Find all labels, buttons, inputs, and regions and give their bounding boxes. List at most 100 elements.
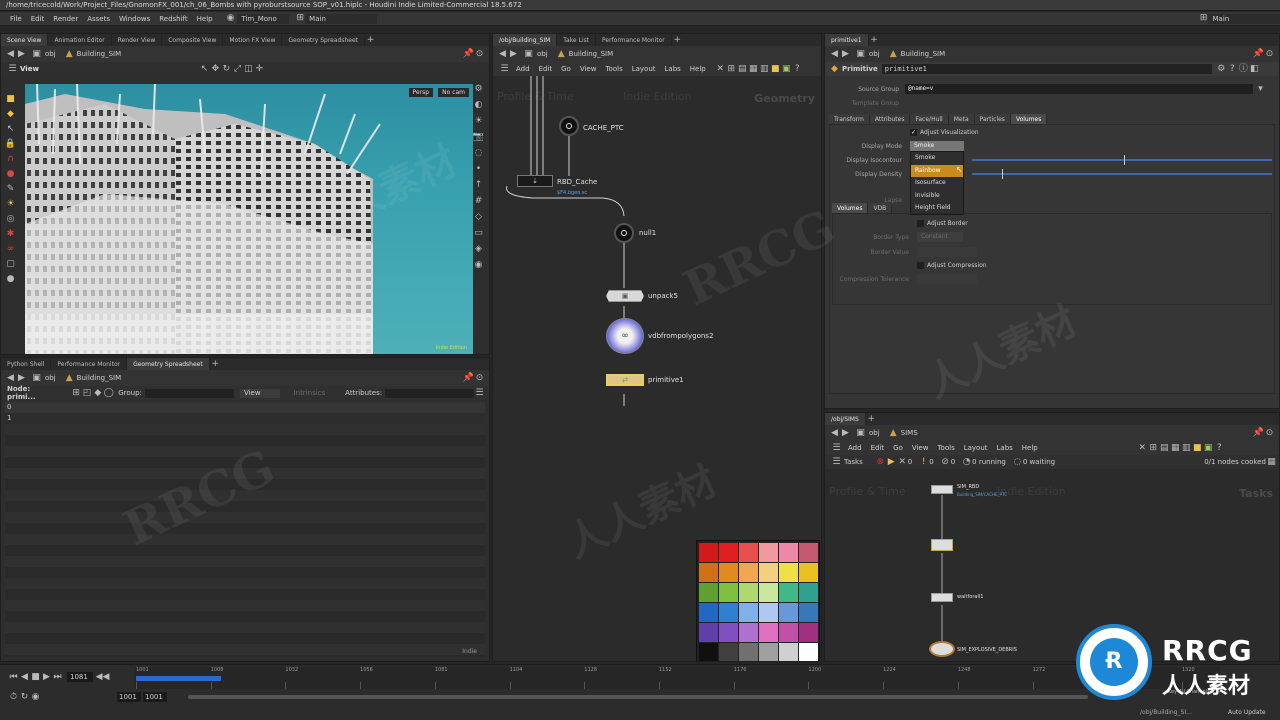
ghost-icon[interactable]: ◌ bbox=[473, 148, 484, 159]
path-obj[interactable]: obj bbox=[869, 50, 880, 58]
tree-icon[interactable]: ▥ bbox=[759, 64, 770, 75]
path-obj[interactable]: obj bbox=[45, 374, 56, 382]
bbox-icon[interactable]: ▭ bbox=[473, 228, 484, 239]
sphere-icon[interactable]: ● bbox=[5, 274, 16, 285]
color-swatch[interactable] bbox=[799, 643, 818, 661]
tab-face-hull[interactable]: Face/Hull bbox=[910, 114, 949, 124]
tab-composite-view[interactable]: Composite View bbox=[162, 34, 224, 46]
color-swatch[interactable] bbox=[799, 583, 818, 602]
list-icon[interactable]: ▤ bbox=[737, 64, 748, 75]
sticky-icon[interactable]: ■ bbox=[770, 64, 781, 75]
image-icon[interactable]: ▣ bbox=[781, 64, 792, 75]
path-building-sim[interactable]: Building_SIM bbox=[901, 50, 945, 58]
loop-icon[interactable]: ↻ bbox=[19, 692, 30, 703]
color-swatch[interactable] bbox=[759, 623, 778, 642]
tab-python-shell[interactable]: Python Shell bbox=[1, 358, 52, 370]
add-tab-icon[interactable]: + bbox=[365, 35, 376, 46]
task-menu-go[interactable]: Go bbox=[893, 444, 903, 452]
table-row[interactable]: 0 bbox=[5, 402, 485, 413]
user-dropdown[interactable]: Tim_Mono bbox=[237, 13, 290, 24]
menu-file[interactable]: File bbox=[10, 15, 22, 23]
node-name-field[interactable]: primitive1 bbox=[881, 64, 1212, 74]
color-swatch[interactable] bbox=[699, 563, 718, 582]
color-swatch[interactable] bbox=[779, 643, 798, 661]
intrinsics-dropdown[interactable]: Intrinsics bbox=[294, 389, 326, 397]
isocontour-slider-handle[interactable] bbox=[1124, 155, 1125, 165]
scale-tool-icon[interactable]: ⤢ bbox=[232, 64, 243, 75]
forward-arrow-icon[interactable]: ▶ bbox=[840, 428, 851, 439]
forward-arrow-icon[interactable]: ▶ bbox=[16, 49, 27, 60]
point-display-icon[interactable]: • bbox=[473, 164, 484, 175]
table-row[interactable]: 1 bbox=[5, 413, 485, 424]
isolate-icon[interactable]: ◉ bbox=[473, 260, 484, 271]
right-desktop-dropdown[interactable]: Main bbox=[1208, 13, 1280, 24]
border-value-field[interactable] bbox=[917, 247, 977, 257]
shading-icon[interactable]: ◐ bbox=[473, 100, 484, 111]
help-icon[interactable]: ? bbox=[1227, 64, 1238, 75]
lock-icon[interactable]: 🔒 bbox=[5, 139, 16, 150]
display-mode-dropdown[interactable]: Smoke bbox=[910, 141, 964, 151]
tab-obj-sims[interactable]: /obj/SIMS bbox=[825, 413, 866, 425]
tab-performance-monitor-center[interactable]: Performance Monitor bbox=[596, 34, 672, 46]
subtab-volumes[interactable]: Volumes bbox=[832, 203, 869, 213]
tab-particles[interactable]: Particles bbox=[974, 114, 1011, 124]
color-swatch[interactable] bbox=[699, 603, 718, 622]
range-end-field[interactable]: 1001 bbox=[143, 692, 167, 702]
realtime-icon[interactable]: ⏱ bbox=[8, 692, 19, 703]
auto-update-dropdown[interactable]: Auto Update bbox=[1228, 709, 1266, 716]
path-obj[interactable]: obj bbox=[869, 429, 880, 437]
vertices-icon[interactable]: ◰ bbox=[82, 388, 93, 399]
view-menu-icon[interactable]: ☰ bbox=[7, 64, 18, 75]
wireframe-icon[interactable]: ◇ bbox=[473, 212, 484, 223]
source-group-field[interactable]: @name=v bbox=[905, 84, 1253, 94]
pin-icon[interactable]: 📌 bbox=[463, 49, 474, 60]
task-node-waitforall[interactable] bbox=[931, 593, 953, 602]
forward-arrow-icon[interactable]: ▶ bbox=[840, 49, 851, 60]
task-menu-add[interactable]: Add bbox=[848, 444, 862, 452]
net-menu-help[interactable]: Help bbox=[690, 65, 706, 73]
color-swatch[interactable] bbox=[739, 563, 758, 582]
task-menu-layout[interactable]: Layout bbox=[964, 444, 988, 452]
path-obj[interactable]: obj bbox=[45, 50, 56, 58]
tab-volumes[interactable]: Volumes bbox=[1010, 114, 1048, 124]
template-icon[interactable]: ◈ bbox=[473, 244, 484, 255]
menu-assets[interactable]: Assets bbox=[87, 15, 110, 23]
net-menu-go[interactable]: Go bbox=[561, 65, 571, 73]
path-obj[interactable]: obj bbox=[537, 50, 548, 58]
adjust-border-checkbox[interactable] bbox=[917, 220, 924, 227]
menu-edit[interactable]: Edit bbox=[31, 15, 45, 23]
color-swatch[interactable] bbox=[799, 563, 818, 582]
tab-attributes[interactable]: Attributes bbox=[869, 114, 911, 124]
wrench-icon[interactable]: ✕ bbox=[715, 64, 726, 75]
color-swatch[interactable] bbox=[759, 603, 778, 622]
pin-icon[interactable]: 📌 bbox=[1253, 428, 1264, 439]
view-dropdown[interactable]: View bbox=[239, 388, 280, 398]
node-rbd-cache[interactable]: ⇣ bbox=[517, 175, 553, 187]
color-swatch[interactable] bbox=[739, 583, 758, 602]
task-menu-help[interactable]: Help bbox=[1022, 444, 1038, 452]
camera-button[interactable]: No cam bbox=[438, 88, 469, 97]
tab-animation-editor[interactable]: Animation Editor bbox=[48, 34, 112, 46]
tab-geometry-spreadsheet-bottom[interactable]: Geometry Spreadsheet bbox=[127, 358, 210, 370]
tab-scene-view[interactable]: Scene View bbox=[1, 34, 49, 46]
menu-windows[interactable]: Windows bbox=[119, 15, 150, 23]
back-arrow-icon[interactable]: ◀ bbox=[829, 49, 840, 60]
timeline-track[interactable]: 1001 1008 1032 1056 1081 1104 1128 1152 1176 1200… bbox=[134, 667, 1220, 689]
node-unpack5[interactable]: ▣ bbox=[606, 290, 644, 302]
play-forward-icon[interactable]: ▶ bbox=[41, 672, 52, 683]
back-arrow-icon[interactable]: ◀ bbox=[829, 428, 840, 439]
tab-geometry-spreadsheet[interactable]: Geometry Spreadsheet bbox=[282, 34, 365, 46]
color-swatch[interactable] bbox=[759, 563, 778, 582]
compression-tolerance-field[interactable] bbox=[917, 274, 977, 284]
forward-arrow-icon[interactable]: ▶ bbox=[508, 49, 519, 60]
network-icon[interactable]: ⊞ bbox=[1148, 443, 1159, 454]
source-group-arrow-icon[interactable]: ▾ bbox=[1255, 84, 1266, 95]
net-menu-edit[interactable]: Edit bbox=[539, 65, 553, 73]
net-menu-add[interactable]: Add bbox=[516, 65, 530, 73]
net-menu-tools[interactable]: Tools bbox=[605, 65, 622, 73]
grid-view-icon[interactable]: ▦ bbox=[748, 64, 759, 75]
back-arrow-icon[interactable]: ◀ bbox=[5, 373, 16, 384]
color-swatch[interactable] bbox=[779, 563, 798, 582]
net-menu-view[interactable]: View bbox=[580, 65, 597, 73]
color-swatch[interactable] bbox=[719, 543, 738, 562]
